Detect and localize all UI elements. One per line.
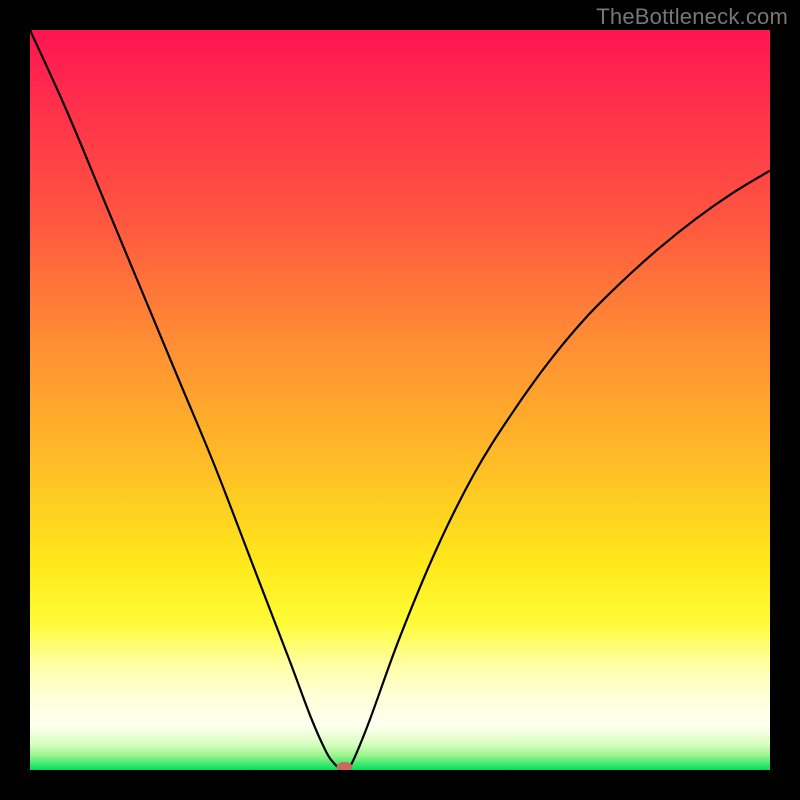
watermark-text: TheBottleneck.com bbox=[596, 4, 788, 30]
curve-right-branch bbox=[348, 171, 770, 770]
chart-frame: TheBottleneck.com bbox=[0, 0, 800, 800]
plot-area bbox=[30, 30, 770, 770]
bottleneck-curve bbox=[30, 30, 770, 770]
curve-left-branch bbox=[30, 30, 341, 770]
minimum-marker bbox=[337, 762, 353, 770]
